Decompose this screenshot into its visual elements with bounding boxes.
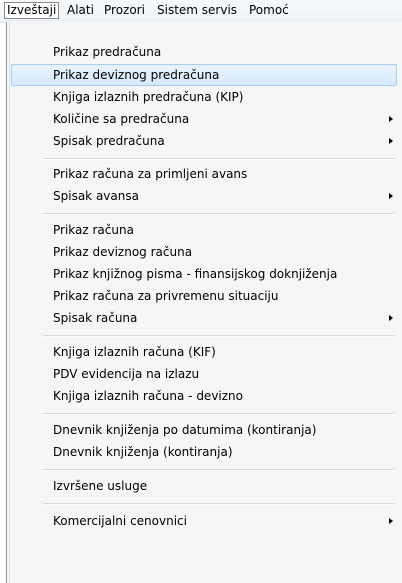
menu-item-label: Izvršene usluge [53,479,148,493]
menu-item-label: Knjiga izlaznih računa - devizno [53,389,243,403]
menu-alati[interactable]: Alati [64,3,97,18]
menu-item-label: Spisak avansa [53,189,139,203]
menu-separator [43,213,395,215]
menu-item-spisak-avansa[interactable]: Spisak avansa [11,186,397,206]
menu-item-kif[interactable]: Knjiga izlaznih računa (KIF) [11,342,397,362]
menu-prozori[interactable]: Prozori [101,3,148,18]
menu-item-pdv-evidencija[interactable]: PDV evidencija na izlazu [11,364,397,384]
submenu-arrow-icon [389,116,393,122]
menu-gutter-divider [9,22,10,583]
menu-item-label: Prikaz računa [53,223,134,237]
menu-separator [43,335,395,337]
menu-item-label: Prikaz računa za privremenu situaciju [53,289,279,303]
menu-item-label: Dnevnik knjiženja (kontiranja) [53,445,233,459]
menu-separator [43,413,395,415]
menu-item-kif-devizno[interactable]: Knjiga izlaznih računa - devizno [11,386,397,406]
submenu-arrow-icon [389,518,393,524]
menu-pomoc[interactable]: Pomoć [246,3,292,18]
menu-item-label: PDV evidencija na izlazu [53,367,200,381]
menu-item-label: Prikaz knjižnog pisma - finansijskog dok… [53,267,338,281]
menu-separator [43,503,395,505]
menu-separator [43,158,395,160]
menu-item-prikaz-deviznog-racuna[interactable]: Prikaz deviznog računa [11,242,397,262]
menu-item-dnevnik-po-datumima[interactable]: Dnevnik knjiženja po datumima (kontiranj… [11,420,397,440]
menu-item-racun-za-avans[interactable]: Prikaz računa za primljeni avans [11,164,397,184]
menu-item-racun-privremena-situacija[interactable]: Prikaz računa za privremenu situaciju [11,286,397,306]
menu-item-label: Prikaz predračuna [53,45,162,59]
menu-item-label: Dnevnik knjiženja po datumima (kontiranj… [53,423,317,437]
menu-item-label: Količine sa predračuna [53,112,190,126]
menu-item-label: Komercijalni cenovnici [53,514,187,528]
menu-item-dnevnik-knjizenja[interactable]: Dnevnik knjiženja (kontiranja) [11,442,397,462]
menu-item-prikaz-deviznog-predracuna[interactable]: Prikaz deviznog predračuna [11,64,397,86]
menu-item-label: Spisak predračuna [53,134,165,148]
menu-item-spisak-predracuna[interactable]: Spisak predračuna [11,131,397,151]
menu-item-label: Knjiga izlaznih predračuna (KIP) [53,90,244,104]
submenu-arrow-icon [389,315,393,321]
menu-item-prikaz-racuna[interactable]: Prikaz računa [11,220,397,240]
menu-item-spisak-racuna[interactable]: Spisak računa [11,308,397,328]
submenu-arrow-icon [389,193,393,199]
menu-item-label: Knjiga izlaznih računa (KIF) [53,345,216,359]
izvestaji-dropdown-menu: Prikaz predračuna Prikaz deviznog predra… [6,22,402,583]
menu-item-kolicine-sa-predracuna[interactable]: Količine sa predračuna [11,109,397,129]
menu-izvestaji[interactable]: Izveštaji [4,2,60,19]
menu-item-prikaz-predracuna[interactable]: Prikaz predračuna [11,42,397,62]
menu-bar: Izveštaji Alati Prozori Sistem servis Po… [0,0,402,23]
menu-item-komercijalni-cenovnici[interactable]: Komercijalni cenovnici [11,511,397,531]
menu-item-label: Prikaz deviznog predračuna [53,68,220,82]
menu-item-knjizno-pismo[interactable]: Prikaz knjižnog pisma - finansijskog dok… [11,264,397,284]
menu-item-label: Prikaz deviznog računa [53,245,193,259]
menu-item-label: Spisak računa [53,311,138,325]
menu-item-izvrsene-usluge[interactable]: Izvršene usluge [11,476,397,496]
submenu-arrow-icon [389,138,393,144]
menu-item-knjiga-izlaznih-predracuna[interactable]: Knjiga izlaznih predračuna (KIP) [11,87,397,107]
menu-item-label: Prikaz računa za primljeni avans [53,167,248,181]
menu-separator [43,469,395,471]
menu-sistem-servis[interactable]: Sistem servis [154,3,240,18]
